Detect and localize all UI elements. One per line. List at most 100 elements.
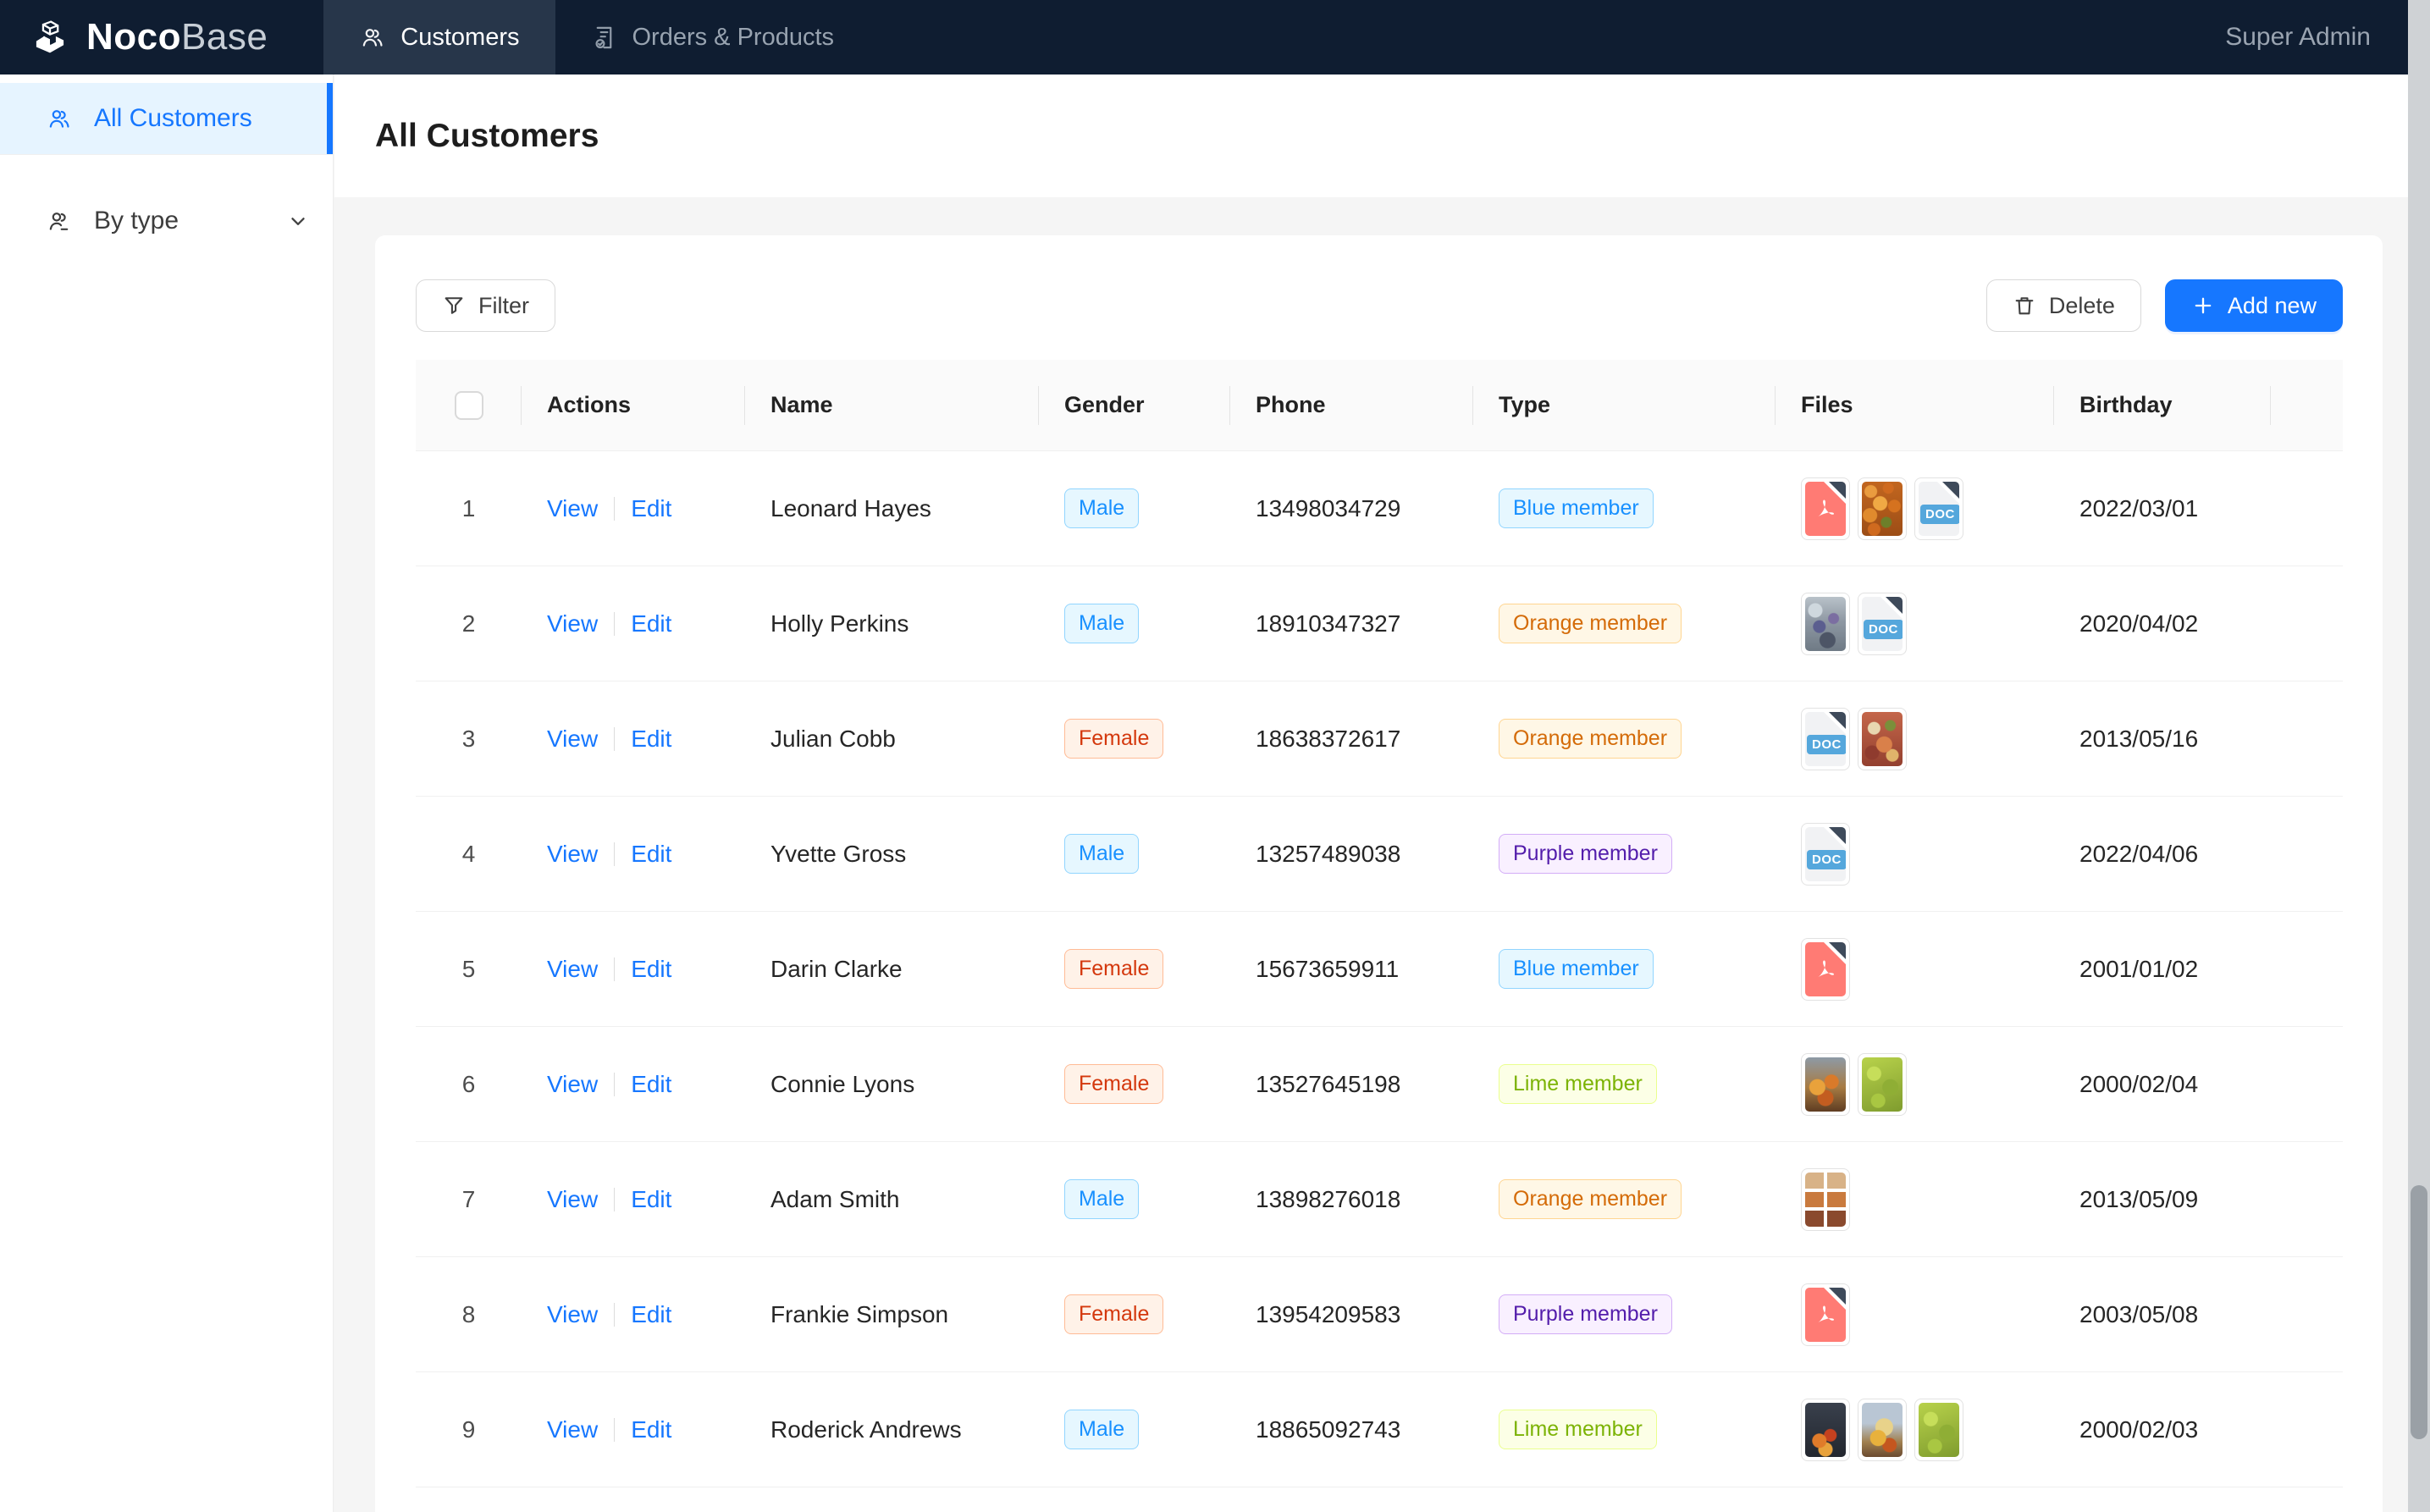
edit-link[interactable]: Edit	[631, 1301, 671, 1327]
extra-cell	[2271, 1142, 2343, 1257]
customer-name: Julian Cobb	[770, 726, 896, 752]
vertical-scrollbar-track[interactable]	[2408, 0, 2430, 1512]
row-index: 6	[462, 1071, 476, 1097]
birthday-cell: 2022/03/01	[2054, 451, 2271, 566]
chevron-down-icon	[287, 210, 309, 232]
birthday-cell: 2000/02/04	[2054, 1027, 2271, 1142]
row-index-cell: 7	[416, 1142, 522, 1257]
nocobase-logo[interactable]: NocoBase	[30, 16, 268, 58]
phone-number: 15673659911	[1256, 956, 1399, 982]
image-file-thumbnail[interactable]	[1801, 1053, 1850, 1116]
edit-link[interactable]: Edit	[631, 1416, 671, 1443]
name-cell: Darin Clarke	[745, 912, 1039, 1027]
row-index-cell: 5	[416, 912, 522, 1027]
image-file-thumbnail[interactable]	[1801, 593, 1850, 655]
sidebar-item-all-customers[interactable]: All Customers	[0, 83, 333, 154]
birthday-value: 2020/04/02	[2079, 610, 2198, 637]
member-type-badge: Blue member	[1499, 488, 1654, 528]
image-file-thumbnail[interactable]	[1858, 1399, 1907, 1461]
actions-cell: View Edit	[522, 797, 745, 912]
doc-file-thumbnail[interactable]: DOC	[1801, 708, 1850, 770]
edit-link[interactable]: Edit	[631, 1071, 671, 1097]
row-index-cell: 1	[416, 451, 522, 566]
customer-name: Yvette Gross	[770, 841, 906, 867]
type-cell: Orange member	[1473, 1142, 1776, 1257]
page-header: All Customers	[334, 74, 2430, 197]
view-link[interactable]: View	[547, 495, 598, 521]
row-index-cell: 9	[416, 1372, 522, 1487]
name-cell: Julian Cobb	[745, 682, 1039, 797]
image-file-thumbnail[interactable]	[1858, 708, 1907, 770]
extra-cell	[2271, 797, 2343, 912]
extra-cell	[2271, 1372, 2343, 1487]
customer-name: Darin Clarke	[770, 956, 903, 982]
actions-cell: View Edit	[522, 1257, 745, 1372]
edit-link[interactable]: Edit	[631, 726, 671, 752]
type-cell: Blue member	[1473, 451, 1776, 566]
view-link[interactable]: View	[547, 1071, 598, 1097]
view-link[interactable]: View	[547, 1186, 598, 1212]
action-separator	[614, 497, 615, 521]
user-menu[interactable]: Super Admin	[2225, 23, 2371, 52]
files-cell: DOC	[1776, 451, 2054, 566]
image-file-thumbnail[interactable]	[1801, 1168, 1850, 1231]
image-file-thumbnail[interactable]	[1914, 1399, 1963, 1461]
pdf-file-thumbnail[interactable]	[1801, 477, 1850, 540]
gender-cell: Female	[1039, 1027, 1230, 1142]
edit-link[interactable]: Edit	[631, 841, 671, 867]
order-check-icon	[591, 25, 617, 51]
delete-button[interactable]: Delete	[1986, 279, 2141, 332]
member-type-badge: Lime member	[1499, 1410, 1657, 1449]
action-separator	[614, 842, 615, 866]
user-group-icon	[46, 208, 72, 235]
image-file-thumbnail[interactable]	[1858, 1053, 1907, 1116]
phone-number: 13257489038	[1256, 841, 1400, 867]
actions-cell: View Edit	[522, 1372, 745, 1487]
files-list	[1801, 938, 2054, 1001]
edit-link[interactable]: Edit	[631, 610, 671, 637]
view-link[interactable]: View	[547, 726, 598, 752]
files-list	[1801, 1283, 2054, 1346]
view-link[interactable]: View	[547, 1301, 598, 1327]
nav-tab-customers[interactable]: Customers	[323, 0, 555, 74]
table-body: 1 ViewEdit Leonard Hayes Male 1349803472…	[416, 451, 2343, 1487]
phone-cell: 13257489038	[1230, 797, 1473, 912]
column-header-phone: Phone	[1230, 360, 1473, 451]
actions-cell: View Edit	[522, 1027, 745, 1142]
birthday-value: 2001/01/02	[2079, 956, 2198, 982]
view-link[interactable]: View	[547, 1416, 598, 1443]
nav-tab-orders-products[interactable]: Orders & Products	[555, 0, 870, 74]
files-cell	[1776, 1142, 2054, 1257]
select-all-checkbox[interactable]	[455, 391, 483, 420]
extra-cell	[2271, 1257, 2343, 1372]
filter-button[interactable]: Filter	[416, 279, 555, 332]
edit-link[interactable]: Edit	[631, 956, 671, 982]
name-cell: Frankie Simpson	[745, 1257, 1039, 1372]
member-type-badge: Purple member	[1499, 834, 1672, 874]
vertical-scrollbar-thumb[interactable]	[2411, 1185, 2427, 1439]
birthday-value: 2022/03/01	[2079, 495, 2198, 521]
type-cell: Orange member	[1473, 682, 1776, 797]
add-new-button[interactable]: Add new	[2165, 279, 2343, 332]
phone-number: 18638372617	[1256, 726, 1400, 752]
table-header-row: Actions Name Gender Phone Type Files Bir…	[416, 360, 2343, 451]
doc-file-thumbnail[interactable]: DOC	[1801, 823, 1850, 886]
doc-file-thumbnail[interactable]: DOC	[1914, 477, 1963, 540]
view-link[interactable]: View	[547, 956, 598, 982]
pdf-file-thumbnail[interactable]	[1801, 938, 1850, 1001]
row-index: 2	[462, 610, 476, 637]
pdf-file-thumbnail[interactable]	[1801, 1283, 1850, 1346]
files-list	[1801, 1053, 2054, 1116]
view-link[interactable]: View	[547, 841, 598, 867]
view-link[interactable]: View	[547, 610, 598, 637]
phone-cell: 18638372617	[1230, 682, 1473, 797]
edit-link[interactable]: Edit	[631, 1186, 671, 1212]
actions-cell: View Edit	[522, 566, 745, 682]
edit-link[interactable]: Edit	[631, 495, 671, 521]
sidebar-item-by-type[interactable]: By type	[0, 185, 333, 257]
nav-tab-label: Orders & Products	[632, 24, 835, 52]
image-file-thumbnail[interactable]	[1858, 477, 1907, 540]
action-separator	[614, 1418, 615, 1442]
image-file-thumbnail[interactable]	[1801, 1399, 1850, 1461]
doc-file-thumbnail[interactable]: DOC	[1858, 593, 1907, 655]
